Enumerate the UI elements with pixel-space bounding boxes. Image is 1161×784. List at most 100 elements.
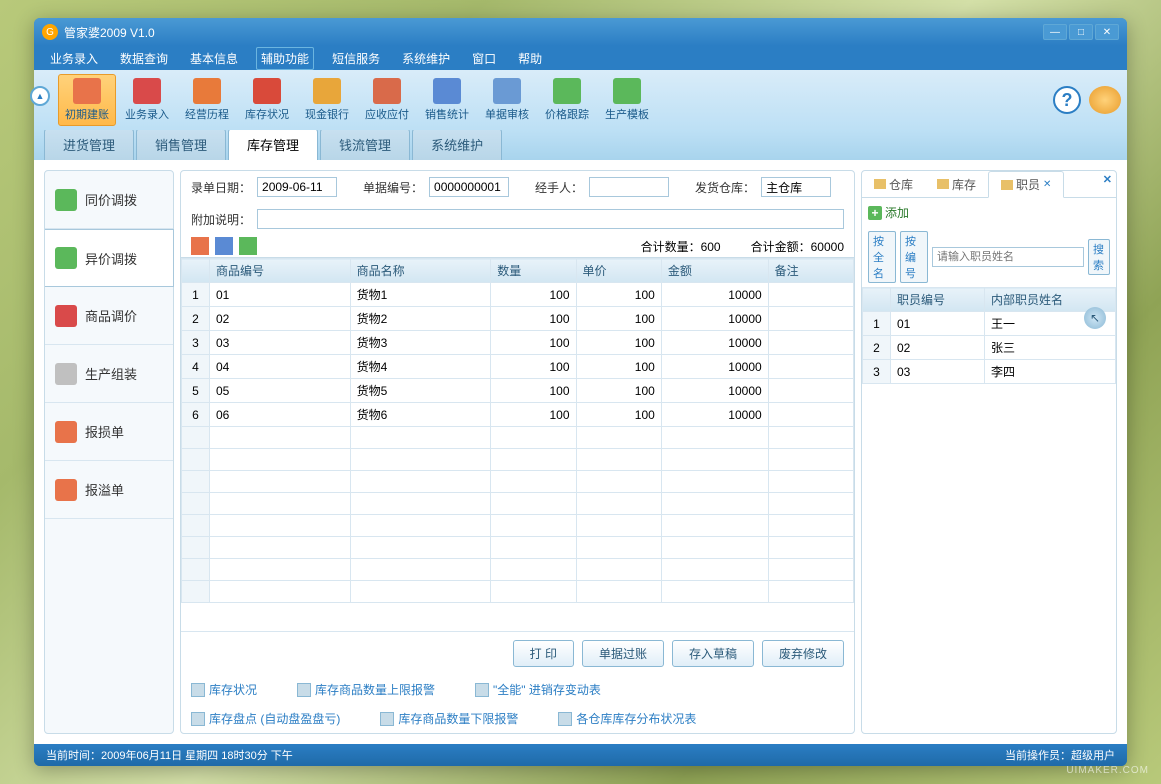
handler-input[interactable] <box>589 177 669 197</box>
table-row[interactable]: 606货物610010010000 <box>182 403 854 427</box>
table-row-empty[interactable] <box>182 449 854 471</box>
tool-库存状况[interactable]: 库存状况 <box>238 74 296 126</box>
remark-input[interactable] <box>257 209 844 229</box>
maximize-button[interactable]: □ <box>1069 24 1093 40</box>
add-button[interactable]: + 添加 <box>868 204 909 221</box>
action-button[interactable]: 单据过账 <box>582 640 664 667</box>
table-row[interactable]: 101货物110010010000 <box>182 283 854 307</box>
building2-icon[interactable] <box>215 237 233 255</box>
action-button[interactable]: 废弃修改 <box>762 640 844 667</box>
main-tab-1[interactable]: 销售管理 <box>136 128 226 160</box>
main-grid[interactable]: 商品编号商品名称数量单价金额备注101货物110010010000202货物21… <box>181 257 854 631</box>
main-tab-3[interactable]: 钱流管理 <box>320 128 410 160</box>
report-link[interactable]: 库存商品数量上限报警 <box>297 681 435 698</box>
menu-item-7[interactable]: 帮助 <box>514 48 546 69</box>
menu-item-0[interactable]: 业务录入 <box>46 48 102 69</box>
report-link[interactable]: 库存状况 <box>191 681 257 698</box>
sidebar-item-2[interactable]: 商品调价 <box>45 287 173 345</box>
table-row-empty[interactable] <box>182 515 854 537</box>
sidebar: 同价调拨异价调拨商品调价生产组装报损单报溢单 <box>44 170 174 734</box>
sidebar-item-5[interactable]: 报溢单 <box>45 461 173 519</box>
grid-header[interactable]: 数量 <box>491 259 576 283</box>
main-tab-2[interactable]: 库存管理 <box>228 128 318 160</box>
table-row-empty[interactable] <box>182 471 854 493</box>
tool-销售统计[interactable]: 销售统计 <box>418 74 476 126</box>
sidebar-item-3[interactable]: 生产组装 <box>45 345 173 403</box>
table-row[interactable]: 404货物410010010000 <box>182 355 854 379</box>
grid-header[interactable]: 商品名称 <box>350 259 491 283</box>
minimize-button[interactable]: — <box>1043 24 1067 40</box>
handler-label: 经手人： <box>535 179 583 196</box>
rp-row[interactable]: 202张三 <box>863 336 1116 360</box>
right-panel-grid[interactable]: 职员编号内部职员姓名101王一202张三303李四 <box>862 287 1116 733</box>
date-input[interactable] <box>257 177 337 197</box>
app-window: G 管家婆2009 V1.0 — □ ✕ 业务录入数据查询基本信息辅助功能短信服… <box>34 18 1127 766</box>
table-row-empty[interactable] <box>182 493 854 515</box>
sidebar-item-4[interactable]: 报损单 <box>45 403 173 461</box>
help-icon[interactable]: ? <box>1053 86 1081 114</box>
warehouse-input[interactable] <box>761 177 831 197</box>
person-icon[interactable] <box>239 237 257 255</box>
right-tab-0[interactable]: 仓库 <box>862 171 925 197</box>
tool-初期建账[interactable]: 初期建账 <box>58 74 116 126</box>
grid-header[interactable]: 金额 <box>661 259 768 283</box>
search-button[interactable]: 搜索 <box>1088 239 1110 275</box>
tool-价格跟踪[interactable]: 价格跟踪 <box>538 74 596 126</box>
filter-number[interactable]: 按编号 <box>900 231 928 283</box>
menu-item-2[interactable]: 基本信息 <box>186 48 242 69</box>
filter-fullname[interactable]: 按全名 <box>868 231 896 283</box>
table-row-empty[interactable] <box>182 559 854 581</box>
table-row[interactable]: 303货物310010010000 <box>182 331 854 355</box>
table-row-empty[interactable] <box>182 537 854 559</box>
table-row-empty[interactable] <box>182 427 854 449</box>
report-link[interactable]: "全能" 进销存变动表 <box>475 681 601 698</box>
table-row[interactable]: 505货物510010010000 <box>182 379 854 403</box>
tool-单据审核[interactable]: 单据审核 <box>478 74 536 126</box>
menu-item-4[interactable]: 短信服务 <box>328 48 384 69</box>
search-input[interactable] <box>932 247 1084 267</box>
tool-icon <box>313 78 341 104</box>
tool-现金银行[interactable]: 现金银行 <box>298 74 356 126</box>
right-tab-1[interactable]: 库存 <box>925 171 988 197</box>
menu-item-5[interactable]: 系统维护 <box>398 48 454 69</box>
sidebar-icon <box>55 363 77 385</box>
main-tab-0[interactable]: 进货管理 <box>44 128 134 160</box>
table-row[interactable]: 202货物210010010000 <box>182 307 854 331</box>
tool-生产模板[interactable]: 生产模板 <box>598 74 656 126</box>
grid-header[interactable]: 商品编号 <box>210 259 351 283</box>
content-area: 同价调拨异价调拨商品调价生产组装报损单报溢单 录单日期： 单据编号： 经手人： … <box>34 160 1127 744</box>
toolbar: 初期建账业务录入经营历程库存状况现金银行应收应付销售统计单据审核价格跟踪生产模板 <box>58 74 656 126</box>
report-link[interactable]: 各仓库库存分布状况表 <box>558 710 696 727</box>
report-link[interactable]: 库存盘点 (自动盘盈盘亏) <box>191 710 340 727</box>
menu-item-3[interactable]: 辅助功能 <box>256 47 314 70</box>
rp-row[interactable]: 101王一 <box>863 312 1116 336</box>
rp-header[interactable] <box>863 288 891 312</box>
rp-header[interactable]: 职员编号 <box>891 288 985 312</box>
collapse-toggle-icon[interactable]: ▲ <box>30 86 50 106</box>
sidebar-item-0[interactable]: 同价调拨 <box>45 171 173 229</box>
tool-应收应付[interactable]: 应收应付 <box>358 74 416 126</box>
table-row-empty[interactable] <box>182 581 854 603</box>
menu-item-6[interactable]: 窗口 <box>468 48 500 69</box>
doc-input[interactable] <box>429 177 509 197</box>
right-tab-2[interactable]: 职员 ✕ <box>988 171 1064 198</box>
close-button[interactable]: ✕ <box>1095 24 1119 40</box>
arrow-up-icon[interactable]: ↖ <box>1084 307 1106 329</box>
menu-item-1[interactable]: 数据查询 <box>116 48 172 69</box>
building1-icon[interactable] <box>191 237 209 255</box>
tab-close-icon[interactable]: ✕ <box>1043 179 1051 190</box>
report-link[interactable]: 库存商品数量下限报警 <box>380 710 518 727</box>
panel-close-icon[interactable]: ✕ <box>1103 173 1112 186</box>
tool-业务录入[interactable]: 业务录入 <box>118 74 176 126</box>
action-button[interactable]: 打 印 <box>513 640 574 667</box>
remark-label: 附加说明： <box>191 211 251 228</box>
grid-header[interactable]: 备注 <box>768 259 853 283</box>
grid-header[interactable] <box>182 259 210 283</box>
action-button[interactable]: 存入草稿 <box>672 640 754 667</box>
main-tab-4[interactable]: 系统维护 <box>412 128 502 160</box>
grid-header[interactable]: 单价 <box>576 259 661 283</box>
rp-row[interactable]: 303李四 <box>863 360 1116 384</box>
tool-icon <box>553 78 581 104</box>
tool-经营历程[interactable]: 经营历程 <box>178 74 236 126</box>
sidebar-item-1[interactable]: 异价调拨 <box>45 229 174 287</box>
